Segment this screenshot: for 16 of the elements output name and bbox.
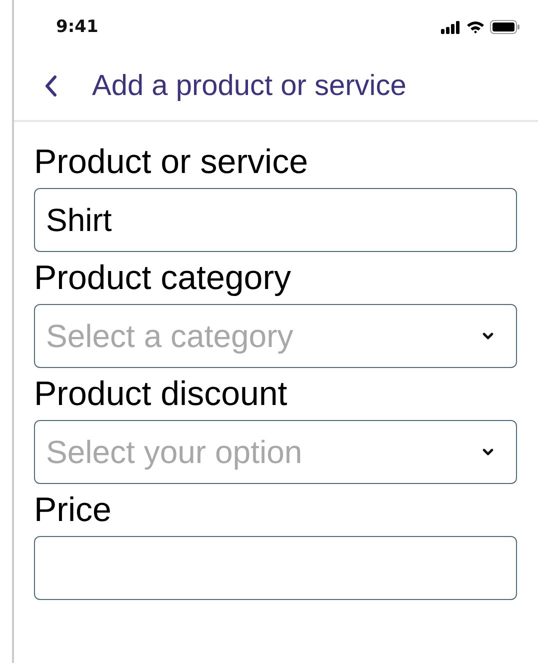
signal-icon — [441, 20, 461, 34]
field-label: Product or service — [34, 142, 308, 183]
page-title: Add a product or service — [92, 70, 406, 102]
input-field[interactable] — [34, 536, 517, 600]
field-label: Product discount — [34, 374, 288, 415]
chevron-down-icon — [482, 448, 494, 456]
status-time: 9:41 — [56, 17, 98, 37]
input-field[interactable]: Shirt — [34, 188, 517, 252]
back-icon[interactable] — [44, 75, 58, 97]
field-label: Product category — [34, 258, 292, 299]
field-label: Price — [34, 490, 112, 531]
wifi-icon — [466, 20, 485, 34]
chevron-down-icon — [482, 332, 494, 340]
select-field[interactable]: Select your option — [34, 420, 517, 484]
select-field[interactable]: Select a category — [34, 304, 517, 368]
battery-icon — [490, 20, 520, 34]
